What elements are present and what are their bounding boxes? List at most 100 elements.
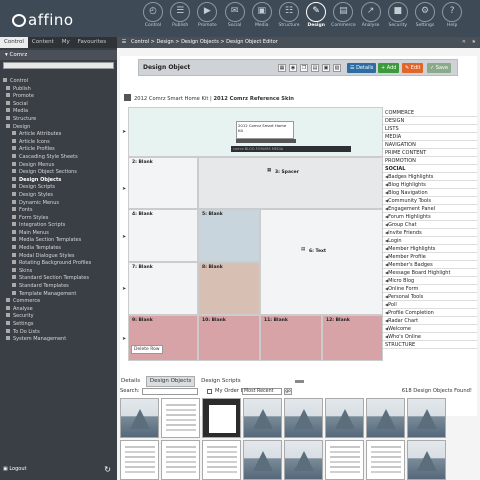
- toolbar-grid-icon[interactable]: ▦: [278, 64, 286, 72]
- palette-item[interactable]: MEDIA: [383, 133, 477, 141]
- layout-cell-3[interactable]: ▦ 3: Spacer: [198, 157, 383, 209]
- palette-item[interactable]: Online Form: [383, 285, 477, 293]
- nav-media[interactable]: ▣ Media: [248, 2, 276, 28]
- menu-icon[interactable]: ☰: [117, 37, 131, 48]
- nav-promote[interactable]: ▶ Promote: [193, 2, 221, 28]
- palette-item[interactable]: Group Chat: [383, 221, 477, 229]
- layout-cell-9[interactable]: 9: Blank: [128, 315, 198, 361]
- thumbnail[interactable]: [325, 398, 364, 438]
- thumbnail[interactable]: [161, 398, 200, 438]
- toolbar-copy-icon[interactable]: ❐: [300, 64, 308, 72]
- sidebar-tab-favourites[interactable]: Favourites: [74, 37, 110, 48]
- toolbar-sheet-icon[interactable]: ▣: [322, 64, 330, 72]
- order-select[interactable]: Most Recent: [242, 388, 282, 395]
- sidebar-item-modal-dialogue-styles[interactable]: Modal Dialogue Styles: [0, 252, 117, 261]
- sidebar-item-social[interactable]: Social: [0, 100, 117, 109]
- layout-cell-7[interactable]: 7: Blank: [128, 262, 198, 315]
- layout-cell-5[interactable]: 5: Blank: [198, 209, 260, 262]
- palette-item[interactable]: Member Profile: [383, 253, 477, 261]
- toolbar-doc-icon[interactable]: ▤: [311, 64, 319, 72]
- sidebar-item-standard-templates[interactable]: Standard Templates: [0, 283, 117, 291]
- toolbar-layout-icon[interactable]: ▧: [333, 64, 341, 72]
- sidebar-item-publish[interactable]: Publish: [0, 85, 117, 94]
- header-toolbar[interactable]: [236, 139, 296, 143]
- sidebar-item-security[interactable]: Security: [0, 313, 117, 321]
- row-handle-icon[interactable]: ➤: [122, 129, 129, 135]
- sidebar-item-article-attributes[interactable]: Article Attributes: [0, 131, 117, 139]
- nav-help[interactable]: ? Help: [438, 2, 466, 28]
- thumbnail[interactable]: [202, 440, 241, 480]
- add-button[interactable]: + Add: [378, 63, 400, 73]
- palette-item[interactable]: Member's Badges: [383, 261, 477, 269]
- nav-social[interactable]: ✉ Social: [221, 2, 249, 28]
- nav-publish[interactable]: ☰ Publish: [166, 2, 194, 28]
- nav-security[interactable]: ■ Security: [384, 2, 412, 28]
- nav-commerce[interactable]: ▤ Commerce: [329, 2, 357, 28]
- palette-item[interactable]: Profile Completion: [383, 309, 477, 317]
- sidebar-item-system-management[interactable]: System Management: [0, 336, 117, 344]
- thumbnail[interactable]: [161, 440, 200, 480]
- logout-link[interactable]: ▣ Logout: [3, 466, 26, 472]
- palette-item[interactable]: Login: [383, 237, 477, 245]
- palette-item[interactable]: Micro Blog: [383, 277, 477, 285]
- palette-item[interactable]: Blog Highlights: [383, 181, 477, 189]
- nav-settings[interactable]: ⚙ Settings: [411, 2, 439, 28]
- palette-item[interactable]: PRIME CONTENT: [383, 149, 477, 157]
- search-input[interactable]: [142, 388, 198, 395]
- header-block[interactable]: 2012 Comrz Smart Home Kit: [236, 121, 294, 139]
- tab-details[interactable]: Details: [118, 377, 143, 386]
- palette-item[interactable]: COMMERCE: [383, 109, 477, 117]
- thumbnail[interactable]: [407, 440, 446, 480]
- sidebar-item-integration-scripts[interactable]: Integration Scripts: [0, 222, 117, 230]
- thumbnail[interactable]: [366, 440, 405, 480]
- layout-cell-12[interactable]: 12: Blank: [322, 315, 383, 361]
- sidebar-item-template-management[interactable]: Template Management: [0, 290, 117, 299]
- sidebar-item-article-icons[interactable]: Article Icons: [0, 138, 117, 147]
- layout-cell-4[interactable]: 4: Blank: [128, 209, 198, 262]
- tab-design-scripts[interactable]: Design Scripts: [198, 377, 244, 386]
- my-order-checkbox[interactable]: [207, 388, 212, 394]
- edit-button[interactable]: ✎ Edit: [402, 63, 424, 73]
- thumbnail[interactable]: [243, 440, 282, 480]
- palette-item[interactable]: DESIGN: [383, 117, 477, 125]
- affino-logo[interactable]: affino: [12, 11, 74, 29]
- nav-control[interactable]: ◴ Control: [139, 2, 167, 28]
- nav-design[interactable]: ✎ Design: [302, 2, 330, 28]
- palette-item[interactable]: Invite Friends: [383, 229, 477, 237]
- thumbnail[interactable]: [284, 398, 323, 438]
- thumbnail[interactable]: [366, 398, 405, 438]
- palette-item[interactable]: PROMOTION: [383, 157, 477, 165]
- sidebar-search-input[interactable]: [3, 62, 114, 69]
- palette-item[interactable]: Badges Highlights: [383, 173, 477, 181]
- star-icon[interactable]: ★: [472, 37, 476, 48]
- palette-item[interactable]: Personal Tools: [383, 293, 477, 301]
- sidebar-item-fonts[interactable]: Fonts: [0, 207, 117, 215]
- palette-item[interactable]: Forum Highlights: [383, 213, 477, 221]
- thumbnail[interactable]: [325, 440, 364, 480]
- sidebar-item-media-templates[interactable]: Media Templates: [0, 245, 117, 253]
- sidebar-item-design-objects[interactable]: Design Objects: [0, 176, 117, 185]
- sidebar-item-cascading-style-sheets[interactable]: Cascading Style Sheets: [0, 153, 117, 162]
- sidebar-tab-my[interactable]: My: [58, 37, 74, 48]
- nav-structure[interactable]: ☷ Structure: [275, 2, 303, 28]
- palette-item[interactable]: Blog Navigation: [383, 189, 477, 197]
- sidebar-item-form-styles[interactable]: Form Styles: [0, 214, 117, 223]
- layout-row-1[interactable]: 2012 Comrz Smart Home Kit comrz BLOG FOR…: [128, 107, 383, 157]
- palette-item[interactable]: NAVIGATION: [383, 141, 477, 149]
- go-button[interactable]: go: [284, 388, 292, 395]
- palette-item[interactable]: Message Board Highlight: [383, 269, 477, 277]
- sidebar-item-dynamic-menus[interactable]: Dynamic Menus: [0, 199, 117, 208]
- thumbnail[interactable]: [243, 398, 282, 438]
- palette-item[interactable]: LISTS: [383, 125, 477, 133]
- row-handle-icon[interactable]: ➤: [122, 336, 129, 342]
- palette-item[interactable]: Welcome: [383, 325, 477, 333]
- sidebar-item-media-section-templates[interactable]: Media Section Templates: [0, 237, 117, 245]
- toolbar-view-icon[interactable]: ◉: [289, 64, 297, 72]
- sidebar-item-media[interactable]: Media: [0, 108, 117, 116]
- thumbnail[interactable]: [120, 440, 159, 480]
- thumbnail[interactable]: [284, 440, 323, 480]
- close-icon[interactable]: ✕: [462, 37, 466, 48]
- sidebar-item-article-profiles[interactable]: Article Profiles: [0, 146, 117, 154]
- sidebar-item-design-styles[interactable]: Design Styles: [0, 191, 117, 200]
- palette-item[interactable]: SOCIAL: [383, 165, 477, 173]
